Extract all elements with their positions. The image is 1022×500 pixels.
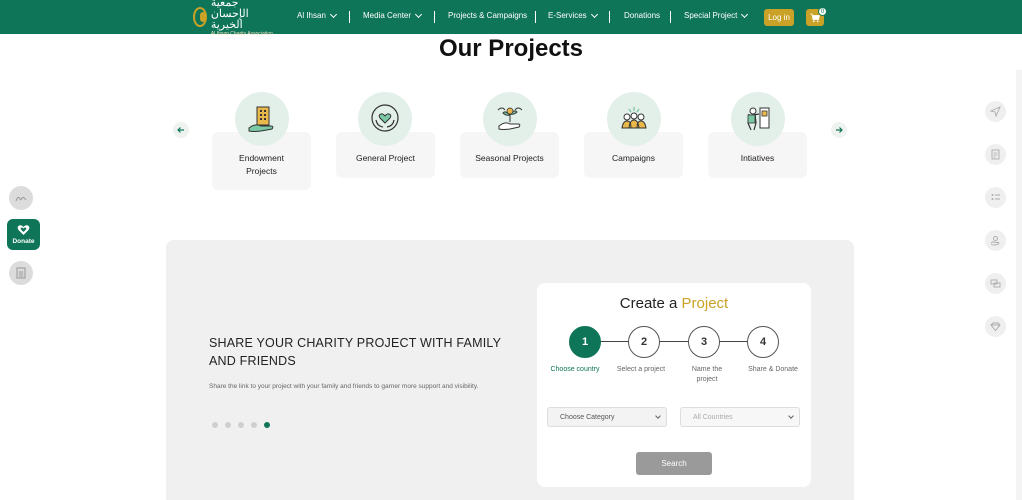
scrollbar[interactable] [1016,70,1022,500]
nav-item-special-project[interactable]: Special Project [684,10,749,20]
chevron-down-icon [788,413,794,419]
hand-coin-icon [990,236,1000,246]
nav-divider [349,11,350,23]
slider-dot[interactable] [212,422,218,428]
nav-item-label: Special Project [684,11,738,20]
calculator-button[interactable] [9,261,33,285]
project-label: Endowment Projects [212,152,311,178]
top-navbar: جمعية الإحسان الخيرية Al Ihsan Charity A… [0,0,1022,37]
slider-dot[interactable] [238,422,244,428]
list-icon [991,194,1000,200]
send-icon [990,106,1001,117]
nav-item-label: E-Services [548,11,587,20]
document-button[interactable] [985,144,1006,165]
step-label: Share & Donate [748,366,798,373]
slider-dot-active[interactable] [264,422,270,428]
building-hand-icon [235,92,289,146]
share-title: SHARE YOUR CHARITY PROJECT WITH FAMILY A… [209,336,501,368]
nav-item-media-center[interactable]: Media Center [363,10,423,20]
create-project-title: Create a Project [537,295,811,312]
create-project-card: Create a Project 1 2 3 4 Choose country … [537,283,811,487]
search-button[interactable]: Search [636,452,712,475]
project-label-line: Campaigns [612,153,655,163]
project-label-line: Seasonal Projects [475,153,544,163]
signature-icon [15,196,27,202]
step-label: Choose country [550,366,600,373]
step-label: Name the project [675,365,739,385]
plant-hand-icon [483,92,537,146]
gift-button[interactable] [985,316,1006,337]
carousel-prev-button[interactable] [173,122,189,138]
accessibility-button[interactable] [9,186,33,210]
arrow-right-icon [836,127,843,133]
nav-item-label: Media Center [363,11,412,20]
step-label: Select a project [616,366,666,373]
step-label-text: Name the project [691,366,723,383]
arrow-left-icon [177,127,184,133]
slider-dots [212,422,270,428]
people-group-icon [607,92,661,146]
heart-icon [17,225,30,235]
nav-divider [609,11,610,23]
donate-label: Donate [12,238,35,245]
page: جمعية الإحسان الخيرية Al Ihsan Charity A… [0,0,1022,500]
page-title: Our Projects [438,35,584,62]
chat-icon [990,279,1001,288]
nav-item-label: Donations [624,11,661,20]
chevron-down-icon [414,10,423,18]
calculator-icon [16,267,26,279]
logo-seal-icon [193,7,207,27]
chat-button[interactable] [985,273,1006,294]
country-select-value: All Countries [693,413,733,421]
step-4-share-donate[interactable]: 4 [747,326,779,358]
step-1-choose-country[interactable]: 1 [569,326,601,358]
logo-arabic-text: جمعية الإحسان الخيرية [210,0,249,31]
project-label: General Project [336,152,435,165]
create-title-prefix: Create a [619,295,678,312]
project-label: Intiatives [708,152,807,165]
create-title-highlight: Project [681,295,729,312]
slider-dot[interactable] [225,422,231,428]
document-icon [991,149,1000,160]
slider-dot[interactable] [251,422,257,428]
hand-coin-button[interactable] [985,230,1006,251]
project-label: Campaigns [584,152,683,165]
heart-hands-icon [358,92,412,146]
project-label-line: Intiatives [740,153,775,163]
diamond-icon [990,322,1001,332]
step-3-name-project[interactable]: 3 [688,326,720,358]
category-select-value: Choose Category [560,413,615,421]
country-select[interactable]: All Countries [680,407,800,427]
category-select[interactable]: Choose Category [547,407,667,427]
nav-item-projects-campaigns[interactable]: Projects & Campaigns [448,11,527,20]
send-button[interactable] [985,101,1006,122]
nav-item-label: Projects & Campaigns [448,11,528,20]
project-label-line: General Project [355,153,416,163]
steps-connector [585,341,763,342]
site-logo[interactable]: جمعية الإحسان الخيرية Al Ihsan Charity A… [193,0,275,37]
nav-divider [434,11,435,23]
nav-divider [535,11,536,23]
donate-side-button[interactable]: Donate [7,219,40,250]
chevron-down-icon [329,10,337,18]
project-label-line: Endowment [239,153,284,163]
nav-item-al-ihsan[interactable]: Al Ihsan [297,10,337,20]
nav-item-e-services[interactable]: E-Services [548,10,598,20]
step-2-select-project[interactable]: 2 [628,326,660,358]
cart-count-badge: 0 [818,7,827,16]
share-description: Share the link to your project with your… [209,383,479,390]
worker-icon [731,92,785,146]
chevron-down-icon [590,10,598,18]
nav-item-label: Al Ihsan [297,11,326,20]
chevron-down-icon [741,10,749,18]
list-button[interactable] [985,187,1006,208]
project-label: Seasonal Projects [460,152,559,165]
nav-divider [670,11,671,23]
chevron-down-icon [655,413,661,419]
project-label-line: Projects [246,165,277,176]
nav-item-donations[interactable]: Donations [624,11,660,20]
login-button[interactable]: Log in [764,9,794,26]
carousel-next-button[interactable] [831,122,847,138]
